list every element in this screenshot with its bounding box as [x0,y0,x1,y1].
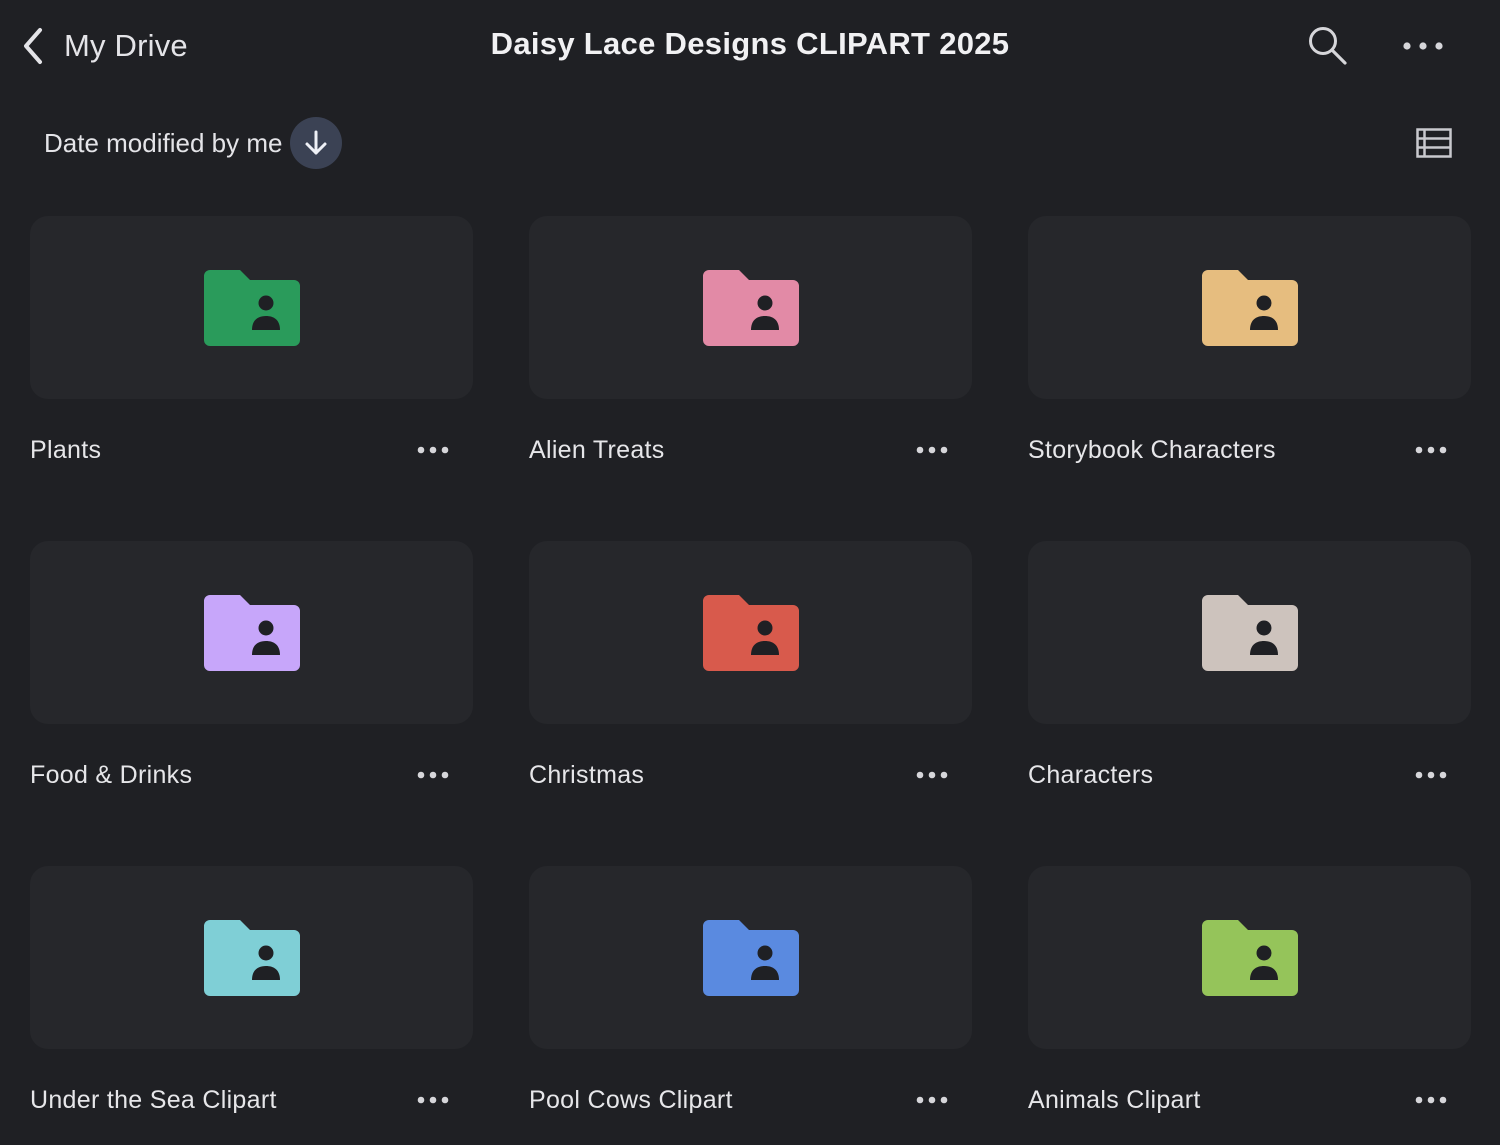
folder-more-button[interactable] [902,1080,962,1120]
more-horizontal-icon [417,771,449,779]
more-horizontal-icon [1415,446,1447,454]
folder-card[interactable]: Alien Treats [529,216,972,541]
folder-footer: Pool Cows Clipart [529,1080,972,1120]
more-horizontal-icon [417,1096,449,1104]
folder-name: Food & Drinks [30,760,193,789]
folder-card[interactable]: Pool Cows Clipart [529,866,972,1145]
folder-footer: Characters [1028,755,1471,795]
shared-folder-icon [702,919,799,996]
folder-name: Animals Clipart [1028,1085,1201,1114]
sort-label: Date modified by me [44,127,283,158]
folder-card[interactable]: Storybook Characters [1028,216,1471,541]
folder-thumbnail[interactable] [30,866,473,1049]
folder-thumbnail[interactable] [529,866,972,1049]
shared-folder-icon [1201,594,1298,671]
folder-footer: Plants [30,430,473,470]
folder-footer: Animals Clipart [1028,1080,1471,1120]
folder-more-button[interactable] [1401,430,1461,470]
folder-card[interactable]: Plants [30,216,473,541]
more-horizontal-icon [417,446,449,454]
folder-card[interactable]: Christmas [529,541,972,866]
folder-footer: Christmas [529,755,972,795]
folder-card[interactable]: Characters [1028,541,1471,866]
folder-thumbnail[interactable] [529,541,972,724]
more-options-button[interactable] [1396,22,1450,70]
more-horizontal-icon [1415,771,1447,779]
folder-footer: Under the Sea Clipart [30,1080,473,1120]
shared-folder-icon [203,269,300,346]
sort-selector[interactable]: Date modified by me [44,117,343,169]
folder-card[interactable]: Under the Sea Clipart [30,866,473,1145]
folder-more-button[interactable] [902,755,962,795]
more-horizontal-icon [916,1096,948,1104]
sort-direction-button[interactable] [290,117,343,169]
search-button[interactable] [1300,20,1356,72]
list-view-icon [1416,128,1452,158]
shared-folder-icon [702,269,799,346]
folder-footer: Storybook Characters [1028,430,1471,470]
folder-more-button[interactable] [403,755,463,795]
folder-more-button[interactable] [1401,755,1461,795]
folder-name: Under the Sea Clipart [30,1085,277,1114]
folder-footer: Food & Drinks [30,755,473,795]
folder-thumbnail[interactable] [30,541,473,724]
folder-name: Storybook Characters [1028,435,1276,464]
folder-thumbnail[interactable] [1028,216,1471,399]
shared-folder-icon [1201,269,1298,346]
folder-more-button[interactable] [403,430,463,470]
folder-card[interactable]: Animals Clipart [1028,866,1471,1145]
folder-footer: Alien Treats [529,430,972,470]
folder-thumbnail[interactable] [30,216,473,399]
more-horizontal-icon [916,446,948,454]
folder-more-button[interactable] [1401,1080,1461,1120]
arrow-down-icon [305,130,327,155]
folder-name: Plants [30,435,102,464]
folder-card[interactable]: Food & Drinks [30,541,473,866]
more-horizontal-icon [1415,1096,1447,1104]
folder-more-button[interactable] [902,430,962,470]
folder-thumbnail[interactable] [1028,866,1471,1049]
shared-folder-icon [203,919,300,996]
folder-name: Pool Cows Clipart [529,1085,733,1114]
shared-folder-icon [203,594,300,671]
folder-name: Characters [1028,760,1154,789]
search-icon [1309,27,1347,65]
folder-name: Alien Treats [529,435,665,464]
folder-thumbnail[interactable] [1028,541,1471,724]
folder-grid: Plants Alien Treats Storybook Characters Fo… [30,216,1471,1145]
folder-thumbnail[interactable] [529,216,972,399]
more-horizontal-icon [1403,42,1443,50]
shared-folder-icon [702,594,799,671]
page-title: Daisy Lace Designs CLIPART 2025 [490,26,1010,61]
folder-more-button[interactable] [403,1080,463,1120]
folder-name: Christmas [529,760,645,789]
shared-folder-icon [1201,919,1298,996]
drive-folder-view: My Drive Daisy Lace Designs CLIPART 2025… [0,0,1500,1145]
more-horizontal-icon [916,771,948,779]
list-view-toggle[interactable] [1410,120,1458,166]
